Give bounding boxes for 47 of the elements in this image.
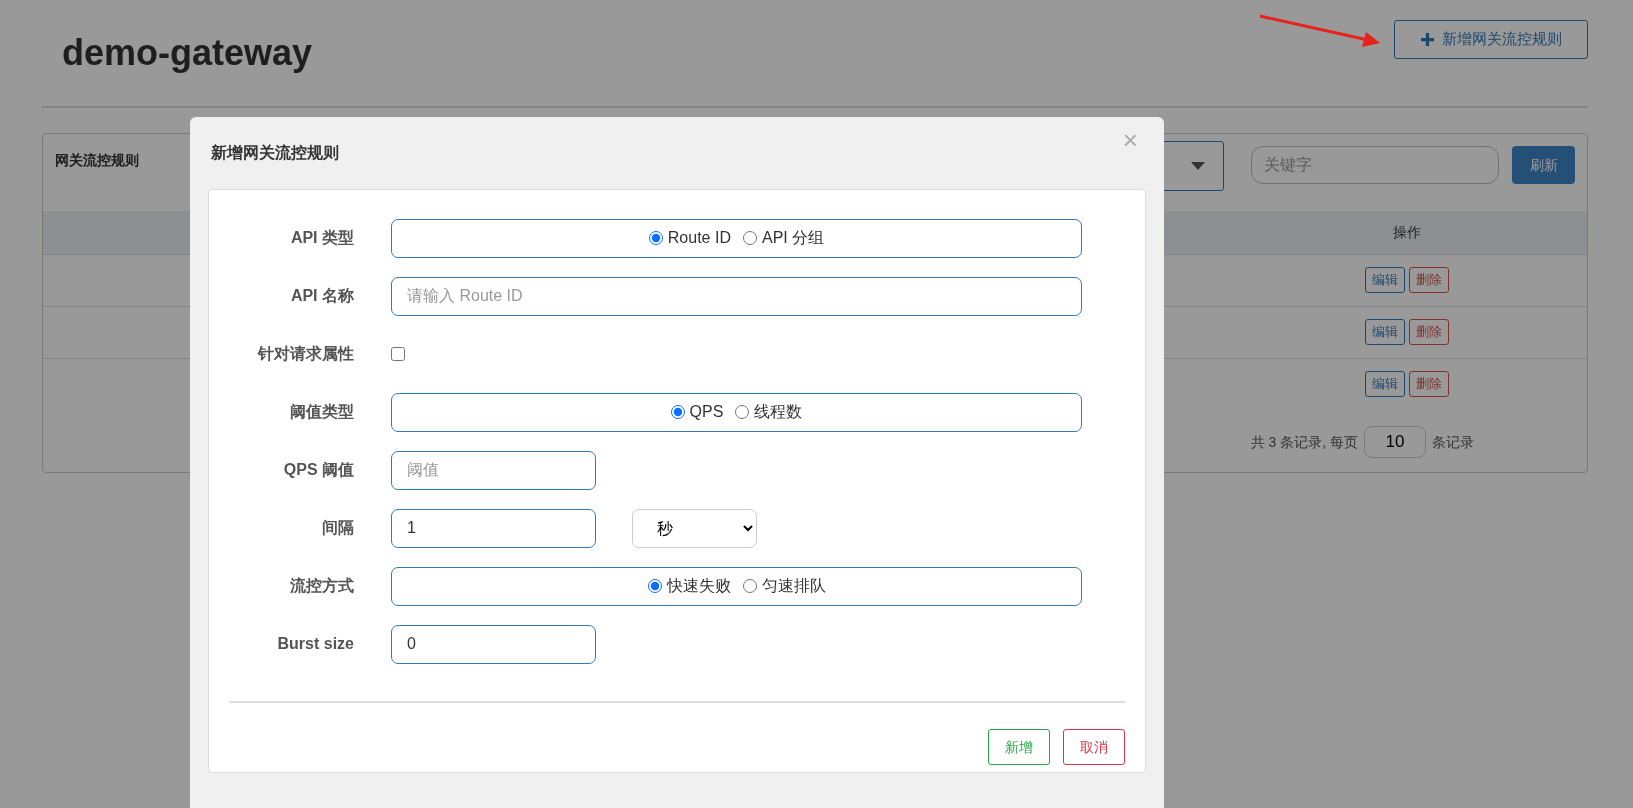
radio-label: 快速失败 (666, 576, 731, 596)
close-button[interactable]: × (1114, 127, 1146, 153)
radio-button[interactable] (648, 231, 663, 245)
plus-icon (1420, 33, 1434, 46)
pagination-text: 条记录 (1432, 432, 1474, 452)
radio-label: Route ID (667, 228, 731, 248)
delete-button[interactable]: 删除 (1409, 371, 1449, 398)
refresh-button[interactable]: 刷新 (1512, 146, 1575, 184)
unit-select[interactable]: 秒 (632, 508, 757, 548)
pagination-text: 共 3 条记录, 每页 (1250, 432, 1358, 452)
dialog-title: 新增网关流控规则 (211, 143, 339, 163)
radio-label: API 分组 (761, 228, 825, 248)
delete-button[interactable]: 删除 (1409, 267, 1449, 293)
edit-button[interactable]: 编辑 (1365, 371, 1405, 398)
input-field[interactable]: 阈值 (391, 450, 596, 490)
edit-button[interactable]: 编辑 (1365, 319, 1405, 345)
radio-button[interactable] (670, 405, 685, 419)
radio-button[interactable] (735, 405, 750, 419)
field-label: QPS 阈值 (282, 460, 354, 480)
radio-label: 匀速排队 (761, 576, 826, 596)
add-button[interactable]: 新增 (988, 729, 1050, 765)
cancel-button[interactable]: 取消 (1063, 729, 1125, 765)
radio-button[interactable] (742, 579, 757, 593)
radio-button[interactable] (647, 579, 662, 593)
field-label: 间隔 (321, 518, 354, 538)
column-header: 操作 (1393, 223, 1421, 240)
radio-label: QPS (689, 402, 724, 422)
delete-button[interactable]: 删除 (1409, 319, 1449, 345)
panel-title: 网关流控规则 (55, 151, 139, 170)
field-label: 流控方式 (289, 576, 354, 596)
search-field[interactable]: 关键字 (1251, 146, 1499, 184)
page-title: demo-gateway (62, 31, 313, 75)
page-size-field[interactable]: 10 (1364, 426, 1426, 458)
radio-label: 线程数 (754, 402, 803, 422)
radio-button[interactable] (742, 231, 757, 245)
edit-button[interactable]: 编辑 (1365, 267, 1405, 293)
field-label: API 名称 (289, 286, 354, 306)
input-field[interactable]: 1 (391, 508, 596, 548)
add-rule-button[interactable]: 新增网关流控规则 (1394, 20, 1588, 59)
field-label: 针对请求属性 (256, 344, 354, 364)
field-label: API 类型 (289, 228, 354, 248)
input-field[interactable]: 请输入 Route ID (391, 276, 1082, 316)
input-field[interactable]: 0 (391, 624, 596, 664)
field-label: Burst size (276, 634, 354, 654)
caret-icon (1191, 162, 1205, 170)
checkbox[interactable] (391, 347, 405, 361)
field-label: 阈值类型 (289, 402, 354, 422)
